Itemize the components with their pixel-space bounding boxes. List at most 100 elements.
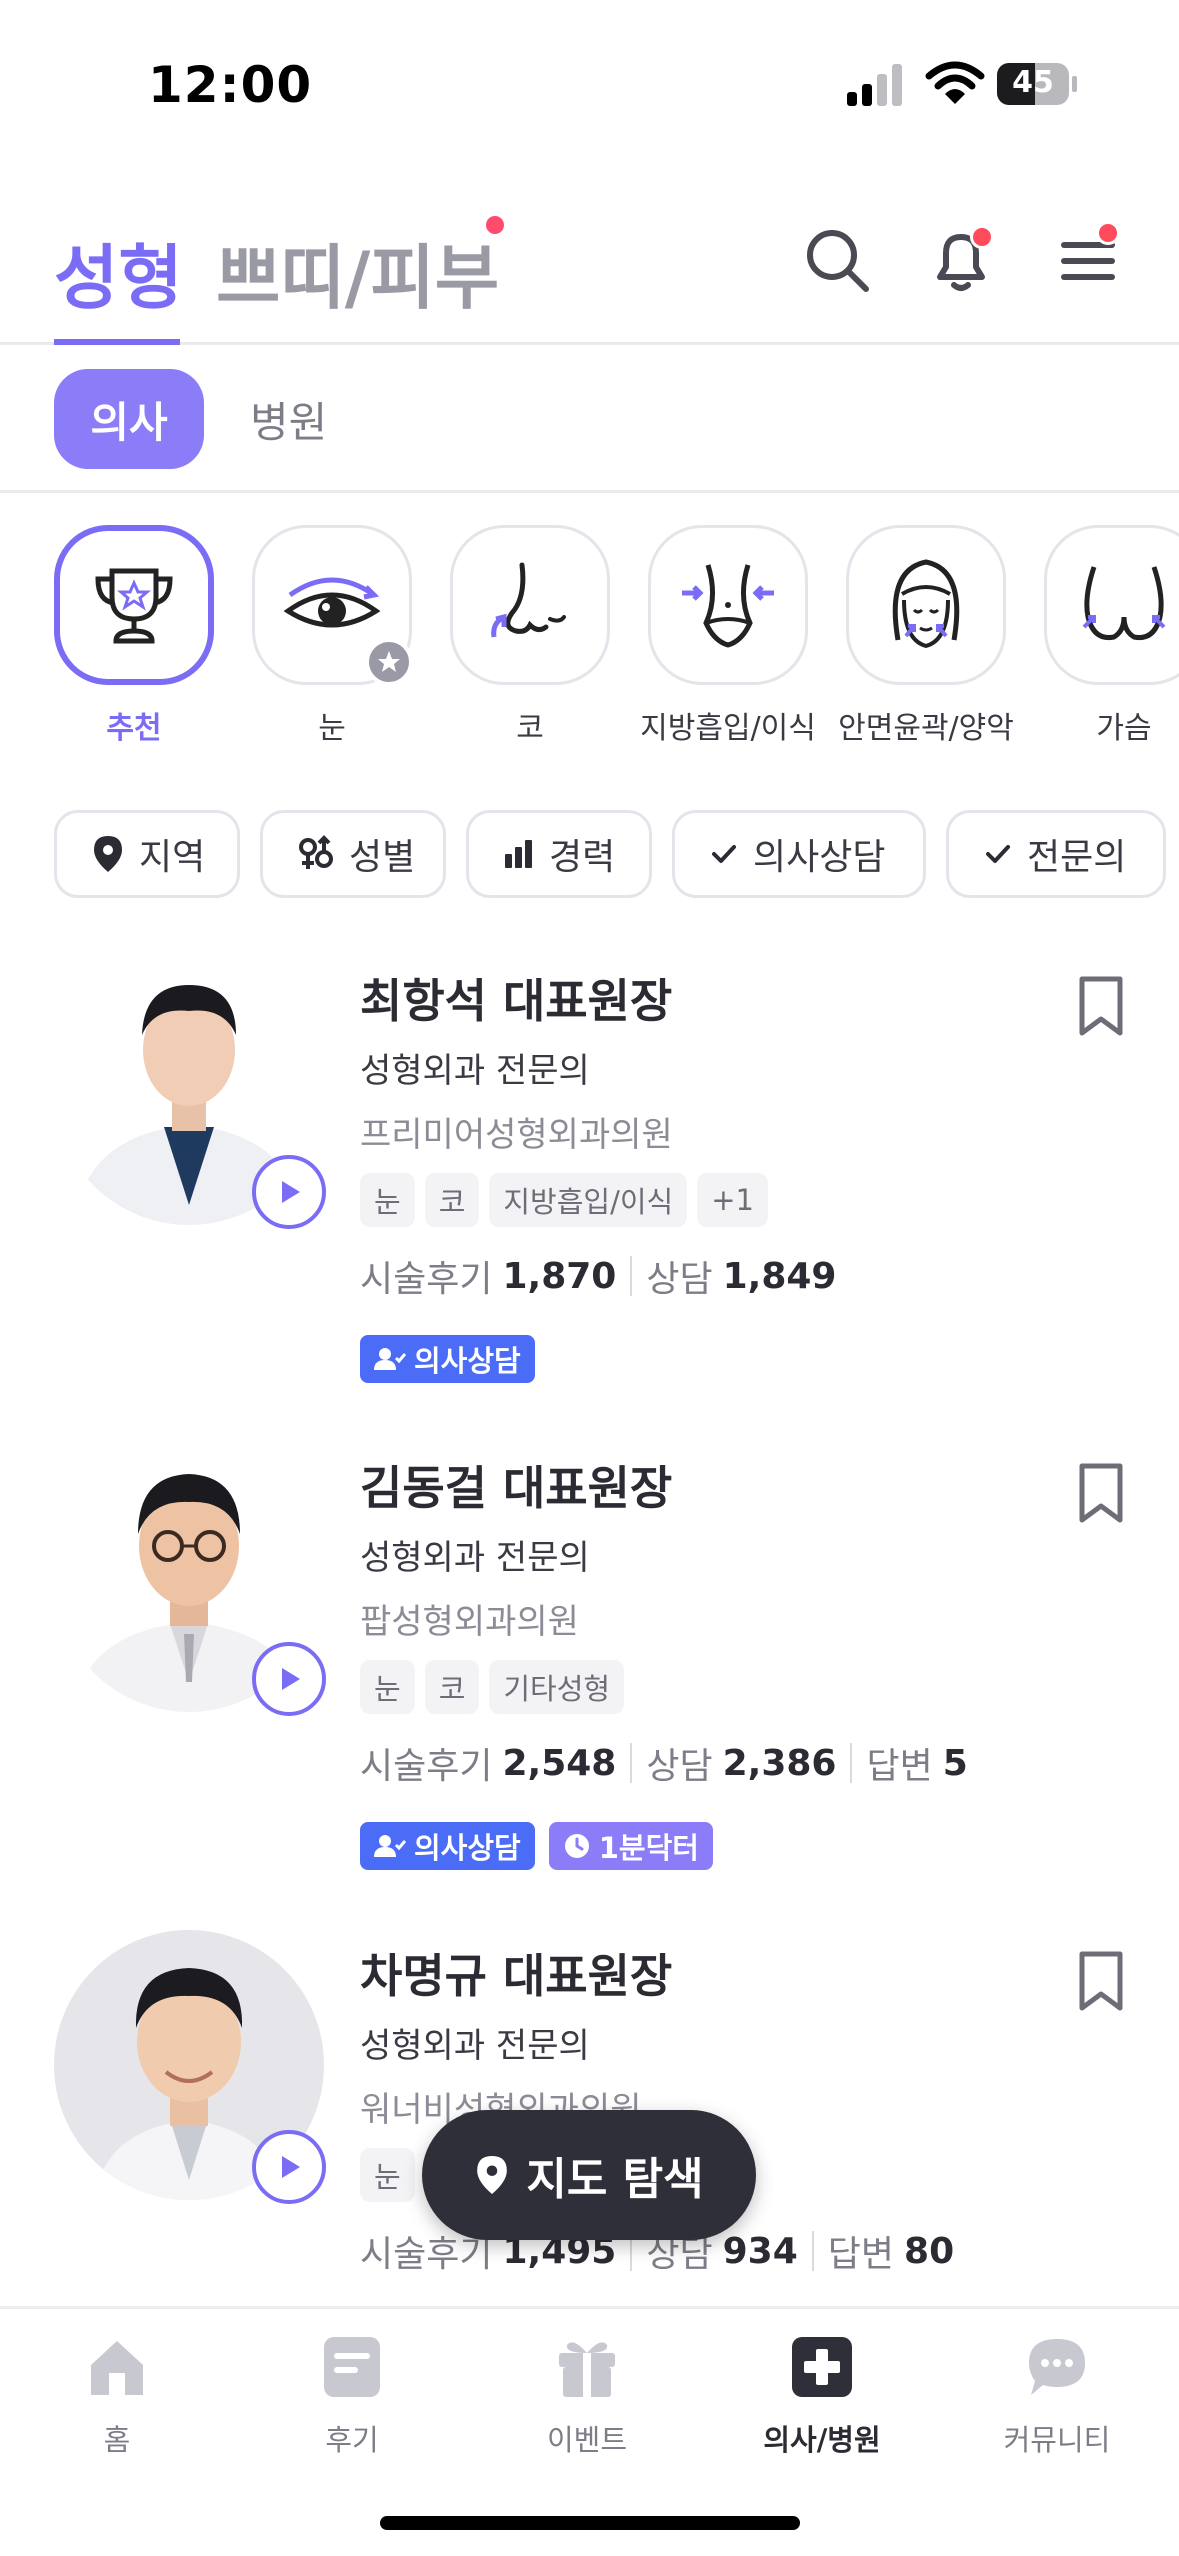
filter-region[interactable]: 지역 — [54, 810, 240, 898]
badge-label: 1분닥터 — [598, 1831, 699, 1865]
doctor-specialty: 성형외과 전문의 — [360, 1051, 590, 1091]
trophy-icon — [95, 568, 173, 644]
consultation-badge: 의사상담 — [360, 1335, 535, 1383]
consultation-badge: 의사상담 — [360, 1822, 535, 1870]
nose-icon — [491, 562, 566, 638]
bookmark-icon[interactable] — [1076, 1462, 1126, 1526]
nav-home[interactable]: 홈 — [17, 2333, 217, 2459]
category-nose[interactable]: 코 — [450, 525, 610, 747]
category-label: 안면윤곽/양악 — [838, 711, 1014, 746]
notification-dot — [970, 225, 994, 249]
location-pin-icon — [94, 836, 122, 872]
bookmark-icon[interactable] — [1076, 975, 1126, 1039]
nav-label: 이벤트 — [546, 2423, 628, 2457]
chat-bubble-icon — [1029, 2339, 1085, 2395]
stat-value: 2,548 — [502, 1742, 617, 1784]
nav-label: 후기 — [325, 2423, 379, 2457]
category-eye[interactable]: 눈 — [252, 525, 413, 747]
category-label: 추천 — [106, 711, 162, 746]
sub-navigation: 의사 병원 — [0, 345, 1179, 493]
category-label: 가슴 — [1096, 711, 1152, 746]
doctor-badges: 의사상담 — [360, 1335, 535, 1383]
procedure-tags: 눈 코 기타성형 — [360, 1660, 625, 1714]
waist-icon — [682, 564, 774, 648]
doctor-card[interactable]: 김동걸 대표원장 성형외과 전문의 팝성형외과의원 눈 코 기타성형 시술후기 … — [0, 1442, 1179, 1922]
nav-doctor-hospital[interactable]: 의사/병원 — [722, 2333, 922, 2459]
top-navigation: 성형 쁘띠/피부 — [0, 190, 1179, 345]
doctor-hospital[interactable]: 팝성형외과의원 — [360, 1594, 579, 1643]
doctor-card[interactable]: 최항석 대표원장 성형외과 전문의 프리미어성형외과의원 눈 코 지방흡입/이식… — [0, 955, 1179, 1435]
battery-icon: 45 — [996, 62, 1078, 106]
stat-label: 상담 — [646, 1746, 713, 1787]
category-label: 지방흡입/이식 — [640, 711, 816, 746]
doctor-name[interactable]: 김동걸 대표원장 — [360, 1452, 672, 1518]
nav-label: 의사/병원 — [763, 2423, 881, 2457]
stat-divider — [811, 2231, 814, 2271]
video-play-button[interactable] — [252, 1155, 326, 1229]
check-icon — [986, 845, 1010, 863]
filter-consultation[interactable]: 의사상담 — [672, 810, 926, 898]
cellular-signal-icon — [847, 64, 902, 106]
battery-level: 45 — [1012, 65, 1054, 100]
stat-value: 2,386 — [722, 1742, 837, 1784]
filter-label: 전문의 — [1027, 837, 1127, 878]
tab-hospital[interactable]: 병원 — [250, 369, 327, 469]
bar-chart-icon — [505, 840, 532, 868]
category-label: 코 — [516, 711, 544, 746]
play-icon — [282, 1668, 300, 1690]
filter-gender[interactable]: 성별 — [260, 810, 446, 898]
one-minute-doctor-badge: 1분닥터 — [548, 1822, 713, 1870]
filter-career[interactable]: 경력 — [466, 810, 652, 898]
filter-label: 경력 — [549, 837, 616, 878]
search-icon[interactable] — [802, 225, 872, 295]
stat-label: 시술후기 — [360, 1259, 493, 1300]
video-play-button[interactable] — [252, 2130, 326, 2204]
menu-button[interactable] — [1054, 221, 1124, 295]
procedure-tag: 눈 — [360, 1173, 415, 1227]
procedure-tag: 코 — [424, 1660, 480, 1714]
nav-event[interactable]: 이벤트 — [487, 2333, 687, 2459]
procedure-tags: 눈 코 지방흡입/이식 +1 — [360, 1173, 768, 1227]
status-time: 12:00 — [148, 56, 313, 114]
filter-bar: 지역 성별 경력 의사상담 전문의 — [0, 810, 1179, 900]
map-explore-button[interactable]: 지도 탐색 — [422, 2110, 756, 2240]
procedure-tag: 코 — [424, 1173, 480, 1227]
notification-button[interactable] — [926, 225, 996, 295]
bookmark-icon[interactable] — [1076, 1950, 1126, 2014]
stat-value: 5 — [942, 1742, 968, 1784]
stat-value: 80 — [904, 2230, 955, 2272]
procedure-tag: 지방흡입/이식 — [489, 1173, 688, 1227]
tab-plastic-surgery[interactable]: 성형 — [54, 222, 183, 323]
filter-label: 성별 — [349, 837, 416, 878]
gift-icon — [559, 2342, 615, 2397]
stat-value: 1,870 — [502, 1255, 617, 1297]
play-icon — [282, 1181, 300, 1203]
filter-specialist[interactable]: 전문의 — [946, 810, 1166, 898]
review-icon — [324, 2337, 380, 2397]
category-label: 눈 — [318, 711, 346, 746]
procedure-tags: 눈 — [360, 2148, 415, 2202]
user-check-icon — [374, 1348, 406, 1370]
nav-label: 홈 — [103, 2423, 131, 2457]
home-indicator[interactable] — [380, 2516, 800, 2530]
category-facial-contour[interactable]: 안면윤곽/양악 — [838, 525, 1014, 747]
doctor-hospital[interactable]: 프리미어성형외과의원 — [360, 1107, 673, 1156]
doctor-name[interactable]: 최항석 대표원장 — [360, 965, 672, 1031]
category-breast[interactable]: 가슴 — [1044, 525, 1179, 747]
video-play-button[interactable] — [252, 1642, 326, 1716]
tab-petit-skin[interactable]: 쁘띠/피부 — [216, 222, 499, 323]
procedure-tag: 기타성형 — [489, 1660, 625, 1714]
stat-divider — [630, 1256, 633, 1296]
tab-doctor[interactable]: 의사 — [54, 369, 204, 469]
nav-review[interactable]: 후기 — [252, 2333, 452, 2459]
procedure-tag: 눈 — [360, 1660, 415, 1714]
nav-community[interactable]: 커뮤니티 — [957, 2333, 1157, 2459]
user-check-icon — [374, 1835, 406, 1857]
stat-divider — [850, 1743, 853, 1783]
category-recommended[interactable]: 추천 — [54, 525, 214, 747]
doctor-name[interactable]: 차명규 대표원장 — [360, 1940, 672, 2006]
procedure-tag-more: +1 — [697, 1173, 768, 1227]
filter-label: 지역 — [139, 837, 206, 878]
category-liposuction[interactable]: 지방흡입/이식 — [640, 525, 816, 747]
category-scroller[interactable]: 추천 눈 코 지방흡입/이식 안면윤곽/양악 가슴 — [0, 525, 1179, 765]
